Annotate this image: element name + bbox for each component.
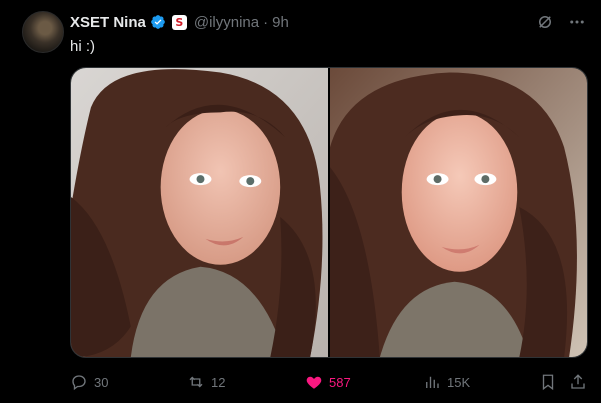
top-icons [535,12,587,32]
heart-icon [306,376,322,389]
like-button[interactable]: 587 [305,370,351,394]
affiliate-badge-text: S [175,15,184,29]
tweet-text: hi :) [70,38,96,55]
repost-count: 12 [211,374,226,390]
bookmark-icon [542,374,554,391]
views-icon [426,376,439,388]
handle[interactable]: @ilyynina [194,14,259,31]
tweet[interactable]: XSET Nina S @ilyynina · 9h hi :) 30 12 5… [0,0,601,403]
bookmark-button[interactable] [539,370,557,394]
views-button[interactable]: 15K [423,370,470,394]
share-icon [571,374,585,389]
verified-badge-icon[interactable] [150,14,166,30]
more-icon[interactable] [567,12,587,32]
like-count: 587 [329,374,351,390]
grok-icon[interactable] [535,12,555,32]
views-count: 15K [447,374,471,390]
timestamp[interactable]: 9h [272,14,289,31]
selfie-photo-1[interactable] [71,68,328,357]
reply-button[interactable]: 30 [70,370,108,394]
avatar[interactable] [22,11,64,53]
share-button[interactable] [569,370,587,394]
selfie-photo-2[interactable] [330,68,587,357]
reply-count: 30 [94,374,109,390]
separator-dot: · [263,13,269,31]
reply-icon [72,375,86,391]
action-bar: 30 12 587 15K [70,370,588,394]
tweet-header: XSET Nina S @ilyynina · 9h [70,12,289,32]
repost-icon [189,376,203,388]
affiliate-badge[interactable]: S [171,14,187,30]
media-grid [70,67,588,358]
repost-button[interactable]: 12 [187,370,225,394]
display-name[interactable]: XSET Nina [70,14,146,31]
